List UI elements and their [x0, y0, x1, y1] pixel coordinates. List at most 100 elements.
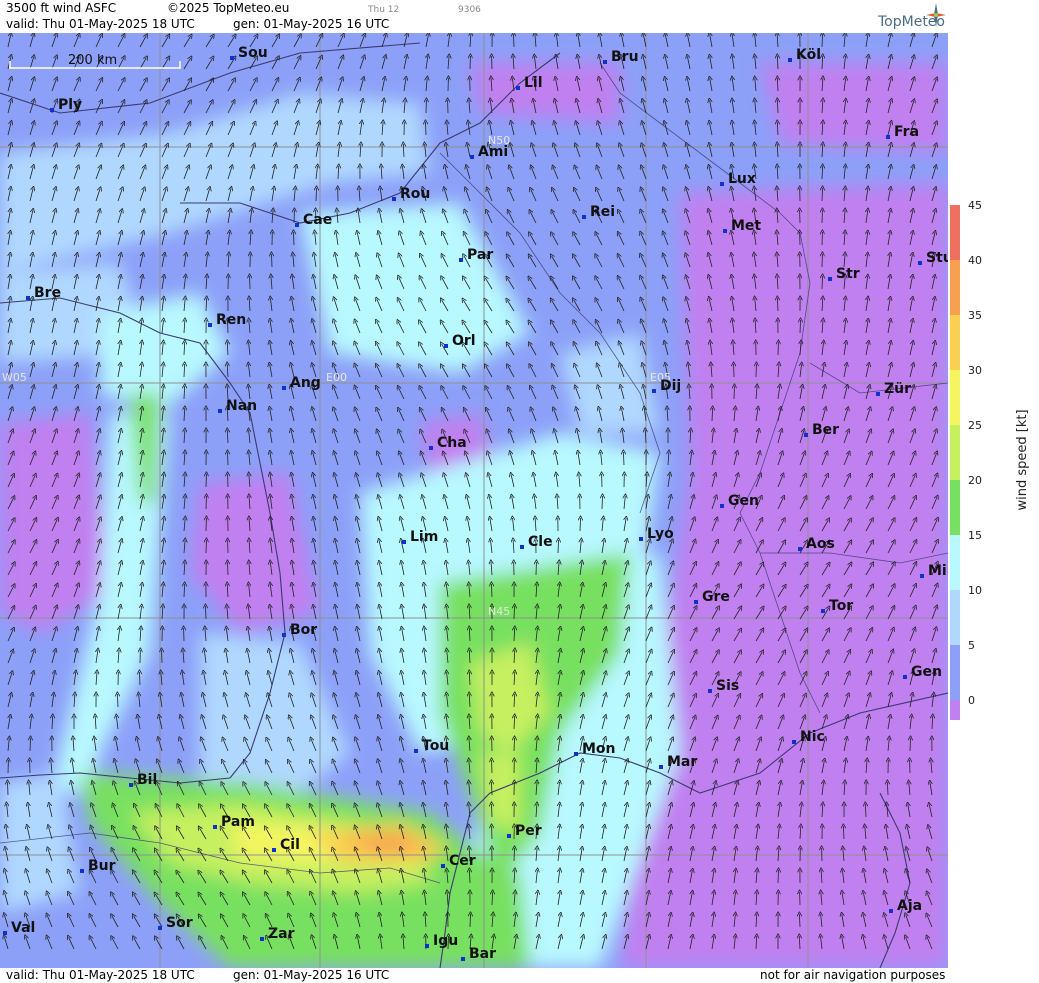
generated-time: gen: 01-May-2025 16 UTC	[233, 17, 390, 31]
city-marker	[723, 229, 727, 233]
grid-label-n45: N45	[488, 605, 510, 618]
city-label: Igu	[433, 933, 458, 949]
wind-arrow	[316, 188, 317, 202]
legend-tick-label: 30	[968, 364, 982, 377]
legend-tick-label: 10	[968, 584, 982, 597]
wind-arrow	[514, 848, 515, 862]
city-marker	[659, 765, 663, 769]
city-marker	[429, 446, 433, 450]
wind-arrow	[470, 914, 471, 928]
wind-arrow	[272, 254, 273, 268]
wind-arrow	[492, 584, 493, 598]
legend-tick-label: 35	[968, 309, 982, 322]
city-label: Sor	[166, 915, 193, 931]
city-label: Ang	[290, 375, 321, 391]
legend-color-segment	[950, 370, 960, 426]
city-label: Nic	[800, 729, 825, 745]
legend-tick-label: 5	[968, 639, 975, 652]
city-label: Ber	[812, 422, 839, 438]
city-marker	[295, 223, 299, 227]
wind-arrow	[558, 540, 559, 554]
grid-label-w05: W05	[2, 371, 27, 384]
wind-arrow	[514, 606, 515, 620]
legend-tick-label: 25	[968, 419, 982, 432]
city-marker	[639, 537, 643, 541]
city-label: Aja	[897, 898, 922, 914]
city-marker	[282, 386, 286, 390]
city-marker	[444, 344, 448, 348]
city-marker	[821, 609, 825, 613]
city-label: Sou	[238, 45, 268, 61]
city-marker	[441, 864, 445, 868]
city-marker	[507, 834, 511, 838]
city-marker	[603, 60, 607, 64]
legend-color-segment	[950, 535, 960, 591]
legend-color-segment	[950, 205, 960, 261]
city-label: Bor	[290, 622, 317, 638]
legend-color-segment	[950, 645, 960, 701]
compass-logo-icon	[926, 3, 946, 27]
city-marker	[218, 409, 222, 413]
city-label: Cle	[528, 534, 553, 550]
city-marker	[260, 937, 264, 941]
city-label: Bil	[137, 772, 157, 788]
city-label: Bar	[469, 946, 496, 962]
wind-arrow	[492, 804, 493, 818]
legend-color-segment	[950, 260, 960, 316]
city-marker	[889, 909, 893, 913]
city-label: Bur	[88, 858, 116, 874]
city-marker	[574, 752, 578, 756]
city-label: Cae	[303, 212, 332, 228]
city-label: Dij	[660, 378, 681, 394]
city-marker	[694, 600, 698, 604]
city-marker	[920, 574, 924, 578]
city-marker	[708, 689, 712, 693]
city-marker	[414, 749, 418, 753]
city-label: Bru	[611, 49, 639, 65]
city-label: Rou	[400, 186, 430, 202]
legend-color-segment	[950, 425, 960, 481]
city-marker	[918, 261, 922, 265]
city-label: Köl	[796, 47, 821, 63]
legend-title: wind speed [kt]	[1015, 409, 1030, 510]
scale-bar-label: 200 km	[68, 53, 117, 68]
city-label: Cer	[449, 853, 476, 869]
city-marker	[470, 155, 474, 159]
city-label: Tou	[422, 738, 449, 754]
wind-arrow	[8, 782, 9, 796]
city-label: Orl	[452, 333, 476, 349]
city-label: Per	[515, 823, 542, 839]
run-code: 9306	[458, 5, 481, 15]
wind-speed-legend: 45 40 35 30 25 20 15 10 5 0 wind speed [kt]	[950, 200, 1030, 720]
city-marker	[461, 957, 465, 961]
legend-tick-label: 45	[968, 200, 982, 212]
legend-color-segment	[950, 590, 960, 646]
city-marker	[272, 848, 276, 852]
city-marker	[828, 277, 832, 281]
city-label: Ami	[478, 144, 508, 160]
legend-tick-label: 20	[968, 474, 982, 487]
city-label: Par	[467, 247, 493, 263]
city-label: Cil	[280, 837, 300, 853]
city-label: Gen	[728, 493, 759, 509]
city-label: Mon	[582, 741, 616, 757]
legend-color-segment	[950, 480, 960, 536]
wind-arrow	[514, 738, 515, 752]
legend-tick-label: 15	[968, 529, 982, 542]
city-label: Lux	[728, 171, 756, 187]
wind-arrow	[30, 738, 31, 752]
city-marker	[876, 392, 880, 396]
city-marker	[720, 504, 724, 508]
city-marker	[282, 633, 286, 637]
wind-arrow	[426, 122, 427, 136]
city-label: Met	[731, 218, 761, 234]
wind-arrow	[294, 232, 295, 246]
city-marker	[720, 182, 724, 186]
wind-map: 200 km W05 E00 E05 N50 N45 Sou Bru KölLilP…	[0, 33, 948, 968]
city-label: Str	[836, 266, 860, 282]
city-marker	[798, 547, 802, 551]
city-marker	[50, 108, 54, 112]
wind-arrow	[822, 34, 823, 48]
wind-arrow	[800, 320, 801, 334]
city-label: Mil	[928, 563, 948, 579]
